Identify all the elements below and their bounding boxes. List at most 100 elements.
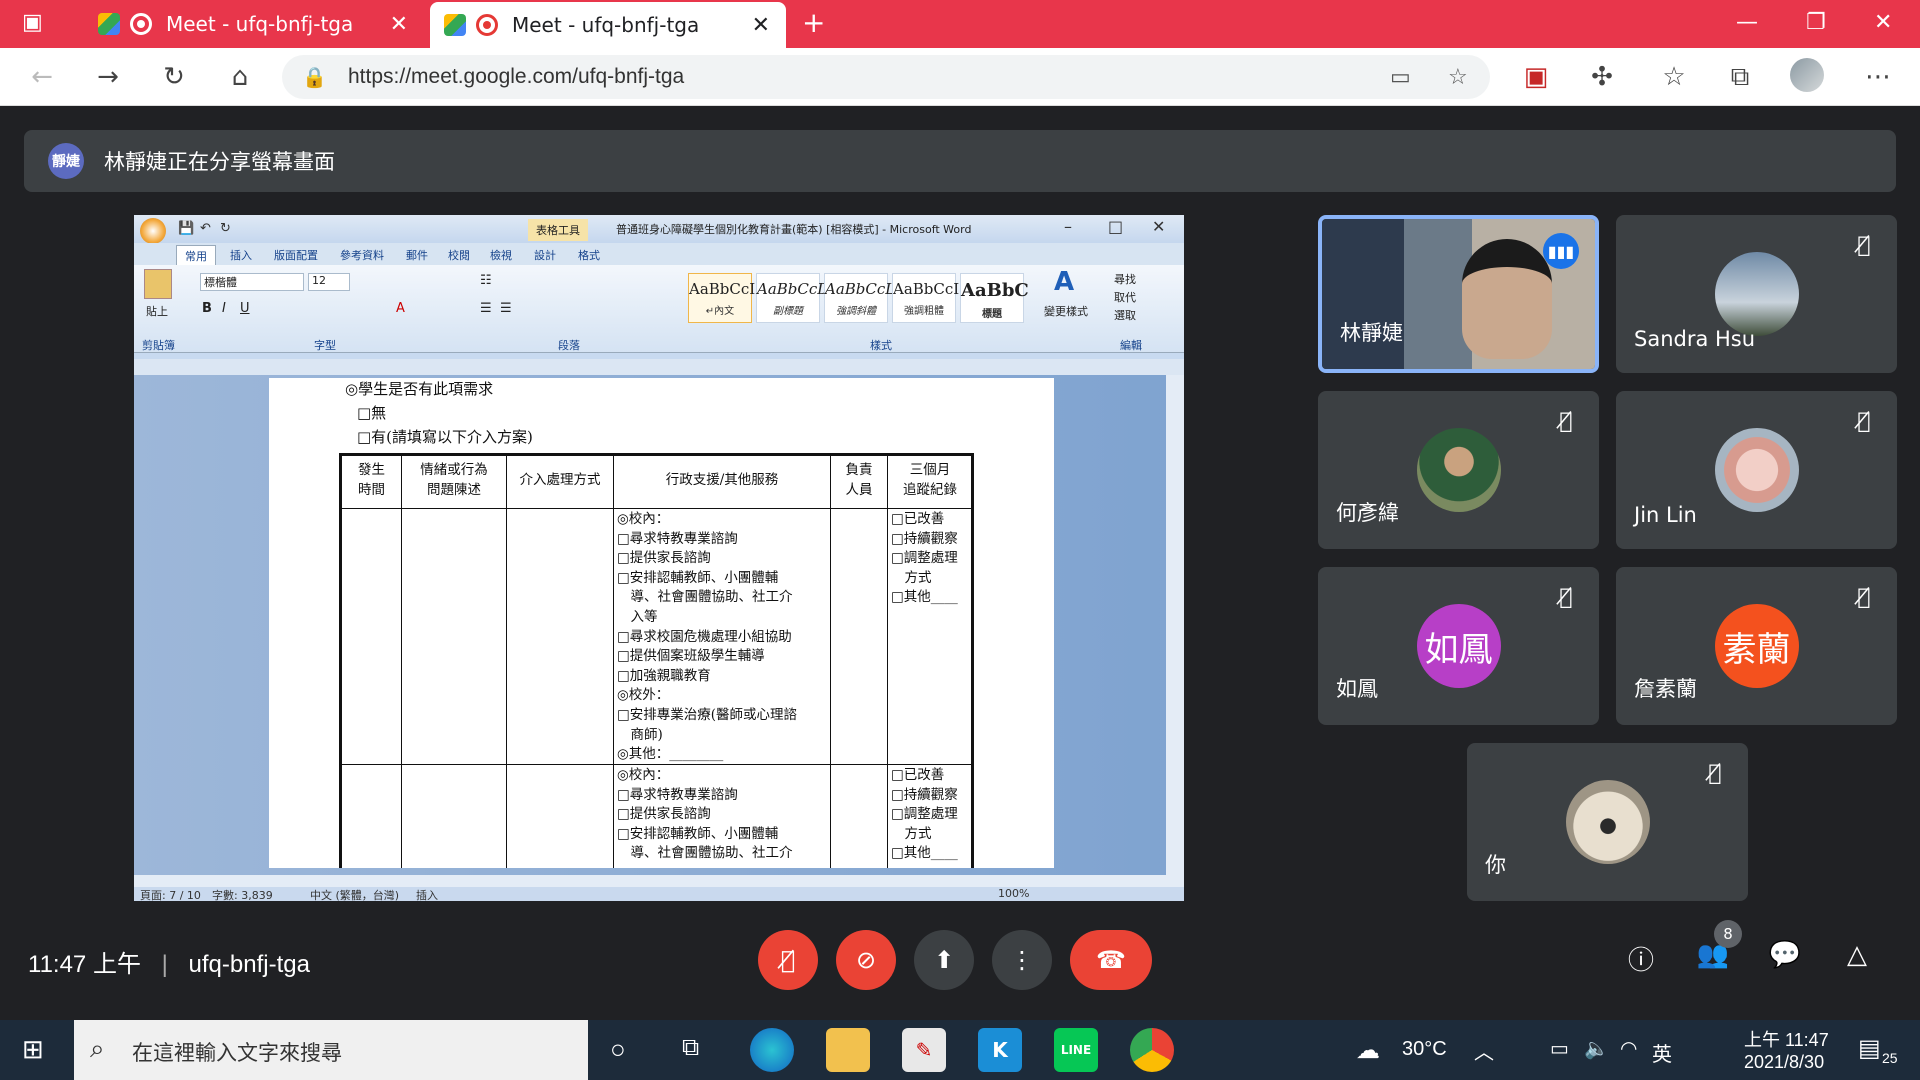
replace-button[interactable]: 取代: [1114, 289, 1136, 305]
acrobat-icon[interactable]: ✎: [902, 1028, 946, 1072]
chrome-app-icon[interactable]: [1130, 1028, 1174, 1072]
undo-icon[interactable]: ↶: [200, 221, 211, 236]
cortana-icon[interactable]: ○: [610, 1034, 626, 1065]
ribbon-tab-mailings[interactable]: 郵件: [406, 247, 428, 263]
style-strong[interactable]: AaBbCcI 強調粗體: [892, 273, 959, 323]
participant-tile-self[interactable]: 🎙̸ 你: [1467, 743, 1748, 901]
extensions-icon[interactable]: ✣: [1586, 62, 1618, 92]
more-icon[interactable]: ⋯: [1862, 62, 1894, 92]
bullet-list-icon[interactable]: ☷: [480, 273, 492, 288]
save-icon[interactable]: 💾: [178, 221, 194, 236]
leave-call-button[interactable]: ☎: [1070, 930, 1152, 990]
ribbon-tab-design[interactable]: 設計: [534, 247, 556, 263]
file-explorer-icon[interactable]: [826, 1028, 870, 1072]
select-button[interactable]: 選取: [1114, 307, 1136, 323]
browser-tab-2[interactable]: Meet - ufq-bnfj-tga ✕: [430, 2, 786, 48]
volume-icon[interactable]: 🔈: [1584, 1036, 1609, 1061]
close-tab-icon[interactable]: ✕: [752, 13, 770, 38]
new-tab-icon[interactable]: +: [802, 6, 825, 39]
lock-icon[interactable]: 🔒: [302, 65, 327, 89]
favorites-icon[interactable]: ☆: [1658, 62, 1690, 92]
app-k-icon[interactable]: K: [978, 1028, 1022, 1072]
paste-icon[interactable]: [144, 269, 172, 299]
row2-support-cell[interactable]: ◎校內： □尋求特教專業諮詢 □提供家長諮詢 □安排認輔教師、小團體輔 導、社會團體協…: [617, 766, 829, 864]
participant-tile-5[interactable]: 如鳳 🎙̸ 如鳳: [1318, 567, 1599, 725]
minimize-icon[interactable]: —: [1736, 10, 1758, 35]
word-maximize-icon[interactable]: □: [1108, 217, 1123, 236]
microphone-toggle-button[interactable]: 🎙̸: [758, 930, 818, 990]
office-button-icon[interactable]: [140, 218, 166, 244]
clock-time[interactable]: 上午 11:47: [1744, 1026, 1829, 1052]
close-window-icon[interactable]: ✕: [1874, 10, 1892, 35]
search-placeholder[interactable]: 在這裡輸入文字來搜尋: [132, 1037, 342, 1067]
line-app-icon[interactable]: LINE: [1054, 1028, 1098, 1072]
horizontal-ruler[interactable]: [134, 359, 1184, 375]
ribbon-tab-view[interactable]: 檢視: [490, 247, 512, 263]
align-center-icon[interactable]: ☰: [500, 301, 512, 316]
close-tab-icon[interactable]: ✕: [390, 12, 408, 37]
url-bar[interactable]: 🔒 https://meet.google.com/ufq-bnfj-tga ▭…: [282, 55, 1490, 99]
style-title[interactable]: AaBbC 標題: [960, 273, 1029, 323]
refresh-icon[interactable]: ↻: [158, 62, 190, 92]
task-view-icon[interactable]: ⧉: [682, 1034, 699, 1062]
taskbar-search[interactable]: ⌕ 在這裡輸入文字來搜尋: [74, 1020, 588, 1080]
participant-tile-1[interactable]: ▮▮▮ 林靜婕: [1318, 215, 1599, 373]
notification-icon[interactable]: ▤: [1858, 1034, 1881, 1063]
tray-chevron-icon[interactable]: ︿: [1474, 1036, 1494, 1065]
italic-icon[interactable]: I: [222, 301, 226, 316]
collections-icon[interactable]: ⧉: [1724, 62, 1756, 93]
back-icon[interactable]: ←: [26, 62, 58, 92]
change-styles-icon[interactable]: A: [1054, 267, 1074, 297]
activities-icon[interactable]: △: [1837, 940, 1877, 980]
word-vertical-scrollbar[interactable]: [1166, 375, 1184, 875]
participant-tile-2[interactable]: 🎙̸ Sandra Hsu: [1616, 215, 1897, 373]
restore-icon[interactable]: ❐: [1806, 10, 1826, 35]
row1-tracking-cell[interactable]: □已改善 □持續觀察 □調整處理 方式 □其他____: [891, 510, 975, 608]
status-mode[interactable]: 插入: [416, 887, 438, 901]
redo-icon[interactable]: ↻: [220, 221, 231, 236]
weather-icon[interactable]: ☁: [1356, 1036, 1380, 1065]
intervention-table[interactable]: 發生 時間 情緒或行為 問題陳述 介入處理方式 行政支援/其他服務 負責 人員 三個月…: [339, 453, 974, 868]
browser-tab-1[interactable]: Meet - ufq-bnfj-tga ✕: [84, 0, 424, 48]
font-name-select[interactable]: 標楷體: [200, 273, 304, 291]
ribbon-tab-references[interactable]: 參考資料: [340, 247, 384, 263]
ribbon-tab-insert[interactable]: 插入: [230, 247, 252, 263]
camera-toggle-button[interactable]: ⊘: [836, 930, 896, 990]
ime-indicator[interactable]: 英: [1652, 1038, 1672, 1067]
camera-icon[interactable]: ▭: [1390, 65, 1411, 90]
home-icon[interactable]: ⌂: [224, 62, 256, 92]
ribbon-tab-home[interactable]: 常用: [176, 245, 216, 266]
present-screen-button[interactable]: ⬆: [914, 930, 974, 990]
profile-avatar[interactable]: [1790, 58, 1824, 92]
document-page[interactable]: ◎學生是否有此項需求 □無 □有(請填寫以下介入方案) 發生 時間 情緒或行為 問題…: [269, 378, 1054, 868]
battery-icon[interactable]: ▭: [1550, 1036, 1569, 1061]
tab-actions-icon[interactable]: ▣: [22, 10, 43, 35]
find-button[interactable]: 尋找: [1114, 271, 1136, 287]
meeting-details-icon[interactable]: ⓘ: [1621, 940, 1661, 980]
word-minimize-icon[interactable]: –: [1064, 217, 1072, 236]
url-text[interactable]: https://meet.google.com/ufq-bnfj-tga: [348, 65, 684, 89]
paste-button-label[interactable]: 貼上: [146, 303, 168, 319]
change-styles-label[interactable]: 變更樣式: [1044, 303, 1088, 319]
align-left-icon[interactable]: ☰: [480, 301, 492, 316]
style-subtitle[interactable]: AaBbCcD 副標題: [756, 273, 829, 323]
edge-app-icon[interactable]: [750, 1028, 794, 1072]
word-close-icon[interactable]: ✕: [1152, 217, 1165, 236]
participant-tile-3[interactable]: 🎙̸ 何彥緯: [1318, 391, 1599, 549]
ribbon-tab-review[interactable]: 校閱: [448, 247, 470, 263]
chat-icon[interactable]: 💬: [1765, 940, 1805, 980]
ribbon-tab-format[interactable]: 格式: [578, 247, 600, 263]
row1-support-cell[interactable]: ◎校內： □尋求特教專業諮詢 □提供家長諮詢 □安排認輔教師、小團體輔 導、社會團體協…: [617, 510, 829, 765]
font-color-icon[interactable]: A: [396, 301, 405, 316]
status-words[interactable]: 字數: 3,839: [212, 887, 273, 901]
clock-date[interactable]: 2021/8/30: [1744, 1052, 1824, 1073]
status-zoom[interactable]: 100%: [998, 887, 1029, 900]
add-favorite-icon[interactable]: ☆: [1448, 65, 1468, 90]
more-options-button[interactable]: ⋮: [992, 930, 1052, 990]
status-language[interactable]: 中文 (繁體，台灣): [310, 887, 399, 901]
weather-temp[interactable]: 30°C: [1402, 1038, 1447, 1061]
wifi-icon[interactable]: ◠: [1620, 1036, 1637, 1061]
font-size-select[interactable]: 12: [308, 273, 350, 291]
row2-tracking-cell[interactable]: □已改善 □持續觀察 □調整處理 方式 □其他____: [891, 766, 975, 864]
underline-icon[interactable]: U: [240, 301, 250, 316]
